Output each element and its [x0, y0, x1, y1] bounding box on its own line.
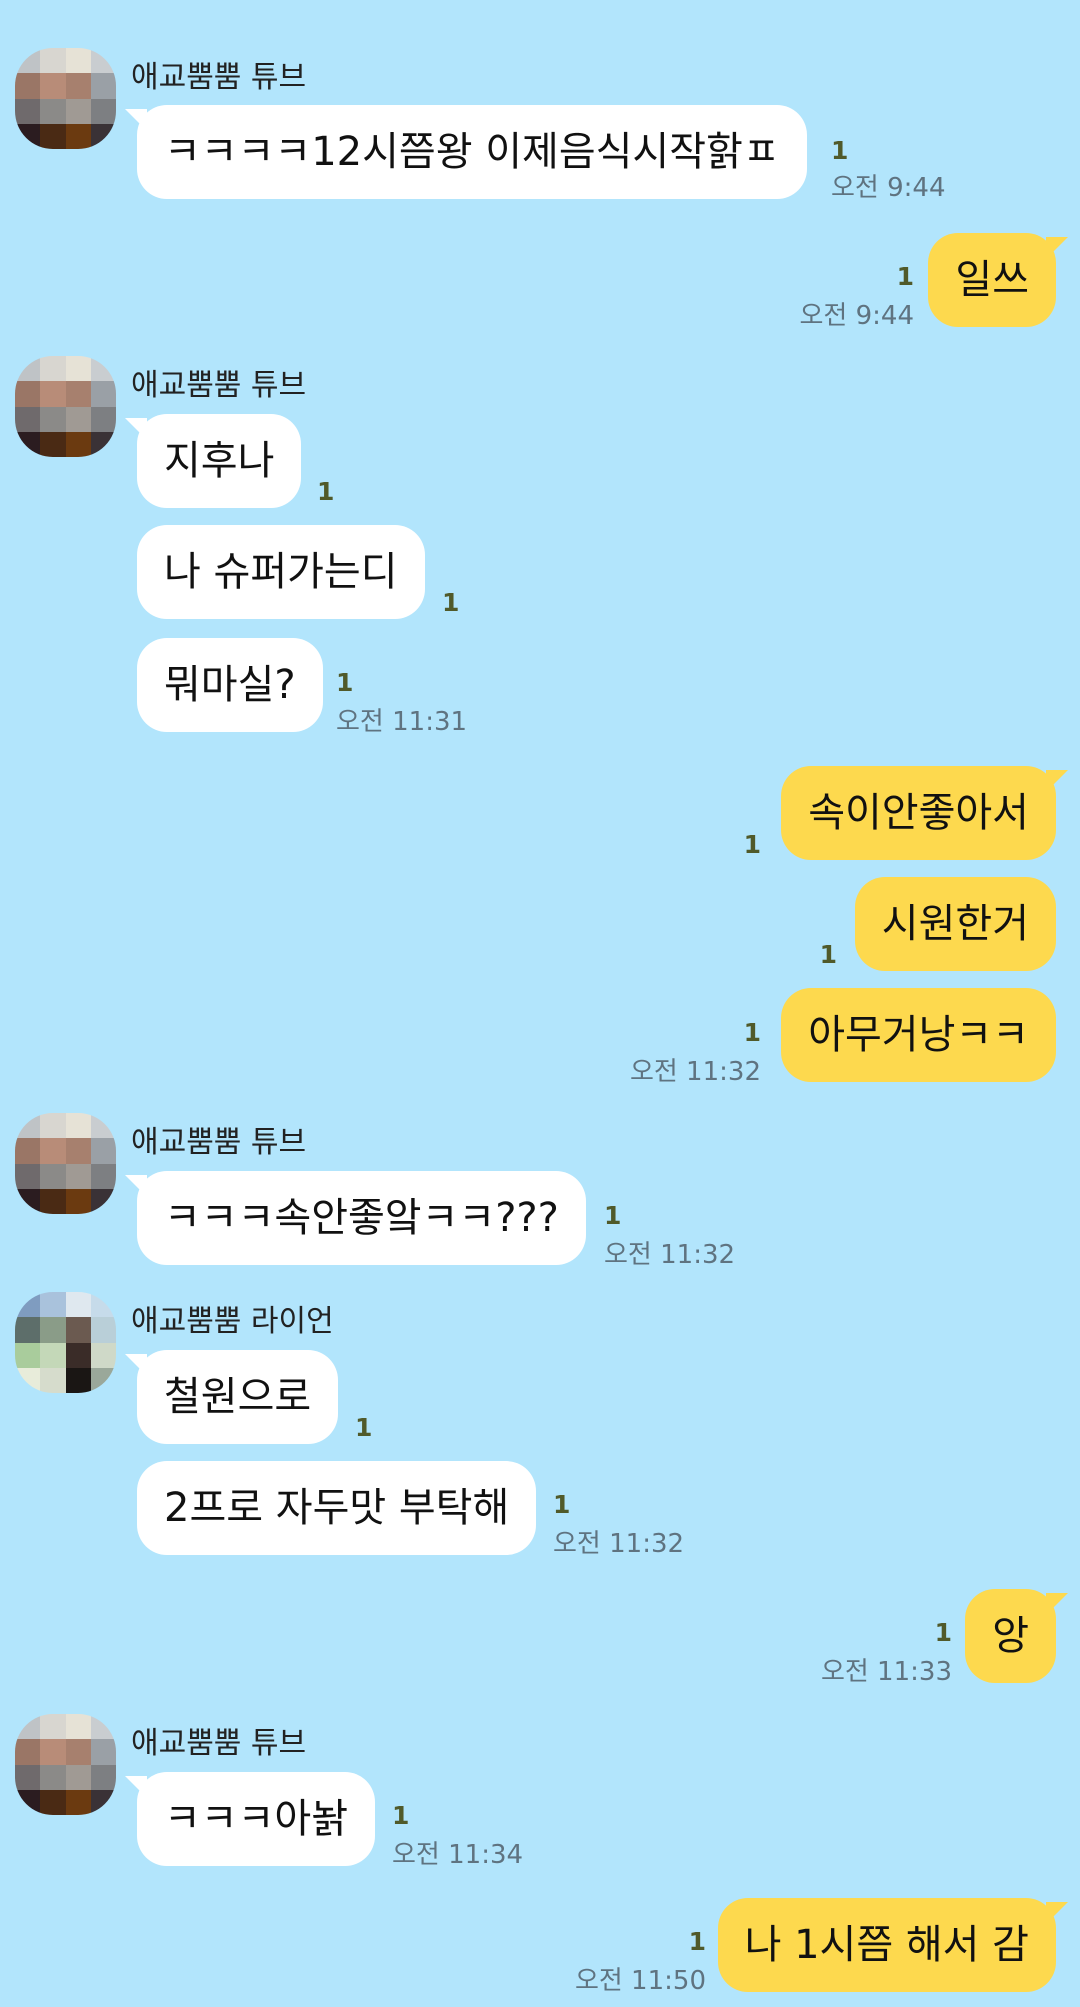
- message-time: 오전 11:31: [336, 707, 468, 737]
- unread-count: 1: [392, 1801, 410, 1830]
- message-bubble[interactable]: ㅋㅋㅋ아놝: [125, 1772, 375, 1866]
- message-bubble[interactable]: 시원한거: [854, 877, 1056, 971]
- avatar-tube[interactable]: [15, 48, 116, 149]
- unread-count: 1: [743, 1018, 761, 1047]
- unread-count: 1: [743, 830, 761, 859]
- message-time: 오전 9:44: [799, 301, 915, 331]
- unread-count: 1: [604, 1201, 622, 1230]
- unread-count: 1: [336, 668, 354, 697]
- message-bubble[interactable]: 뭐마실?: [137, 638, 323, 732]
- unread-count: 1: [688, 1927, 706, 1956]
- message-bubble[interactable]: 속이안좋아서: [781, 766, 1068, 860]
- message-bubble[interactable]: 2프로 자두맛 부탁해: [137, 1461, 537, 1555]
- message-bubble[interactable]: 앙: [965, 1589, 1068, 1683]
- unread-count: 1: [896, 262, 914, 291]
- avatar-tube[interactable]: [15, 356, 116, 457]
- message-bubble[interactable]: 철원으로: [124, 1350, 339, 1444]
- sender-name: 애교뿜뿜 튜브: [131, 368, 307, 403]
- unread-count: 1: [934, 1618, 952, 1647]
- chat-room[interactable]: 애교뿜뿜 튜브 ㅋㅋㅋㅋ12시쯤왕 이제음식시작핡ㅍ 1 오전 9:44 일쓰 …: [0, 0, 1080, 2007]
- unread-count: 1: [819, 940, 837, 969]
- avatar-tube[interactable]: [15, 1113, 116, 1214]
- message-bubble[interactable]: 지후나: [124, 414, 302, 508]
- message-bubble[interactable]: 나 슈퍼가는디: [137, 525, 425, 619]
- unread-count: 1: [442, 588, 460, 617]
- message-time: 오전 11:32: [629, 1057, 761, 1087]
- message-bubble[interactable]: 일쓰: [928, 233, 1068, 327]
- message-bubble[interactable]: ㅋㅋㅋㅋ12시쯤왕 이제음식시작핡ㅍ: [125, 105, 807, 199]
- message-time: 오전 11:34: [392, 1840, 524, 1870]
- avatar-tube[interactable]: [15, 1714, 116, 1815]
- sender-name: 애교뿜뿜 라이언: [131, 1304, 334, 1339]
- message-time: 오전 11:50: [574, 1966, 706, 1996]
- message-time: 오전 9:44: [831, 173, 946, 203]
- unread-count: 1: [831, 136, 849, 165]
- avatar-lion[interactable]: [15, 1292, 116, 1393]
- unread-count: 1: [355, 1413, 373, 1442]
- sender-name: 애교뿜뿜 튜브: [131, 1726, 307, 1761]
- message-time: 오전 11:33: [820, 1657, 952, 1687]
- sender-name: 애교뿜뿜 튜브: [131, 1125, 307, 1160]
- unread-count: 1: [553, 1490, 571, 1519]
- sender-name: 애교뿜뿜 튜브: [131, 60, 307, 95]
- message-time: 오전 11:32: [553, 1529, 685, 1559]
- message-bubble[interactable]: 나 1시쯤 해서 감: [717, 1898, 1069, 1992]
- message-bubble[interactable]: ㅋㅋㅋ속안좋앜ㅋㅋ???: [125, 1171, 586, 1265]
- unread-count: 1: [317, 477, 335, 506]
- message-time: 오전 11:32: [604, 1240, 736, 1270]
- message-bubble[interactable]: 아무거낭ㅋㅋ: [781, 988, 1056, 1082]
